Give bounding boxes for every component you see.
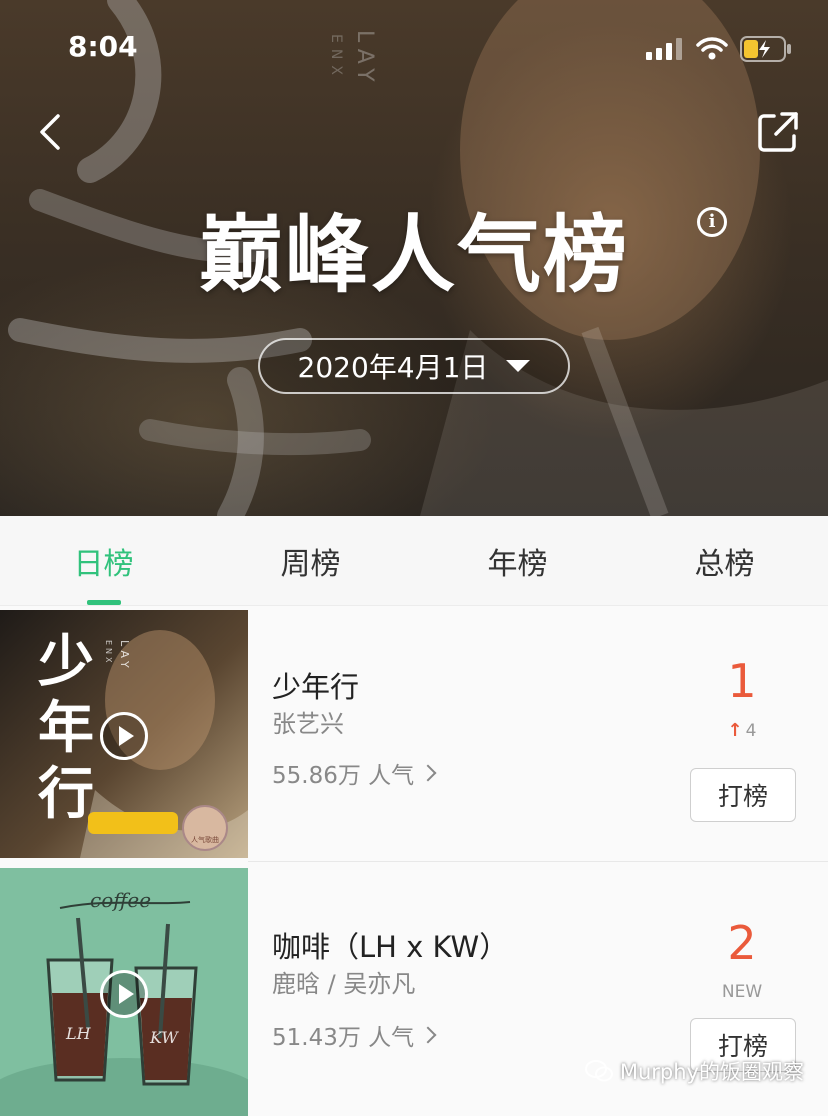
tab-label: 日榜 (73, 546, 134, 582)
cover-title-text: coffee (90, 888, 152, 912)
rank-change: NEW (682, 982, 802, 1002)
tab-daily[interactable]: 日榜 (0, 516, 207, 605)
hero-banner: LAY ENX 8:04 巅峰人气榜 i 2020年4月1日 (0, 0, 828, 516)
tab-label: 周榜 (280, 546, 341, 582)
rank-number: 2 (727, 916, 757, 970)
cover-cup-text: LH (66, 1024, 91, 1043)
back-button[interactable] (30, 110, 74, 154)
song-artist[interactable]: 鹿晗 / 吴亦凡 (272, 964, 415, 999)
tab-total[interactable]: 总榜 (621, 516, 828, 605)
play-icon[interactable] (100, 970, 148, 1018)
song-title[interactable]: 少年行 (272, 664, 359, 706)
rank-change-value: 4 (745, 720, 757, 741)
date-label: 2020年4月1日 (297, 351, 489, 384)
page-title: 巅峰人气榜 (198, 206, 629, 304)
tab-yearly[interactable]: 年榜 (414, 516, 621, 605)
hero-bg-text: LAY (352, 30, 377, 88)
status-icons (646, 36, 792, 62)
arrow-up-icon: ↑ (727, 720, 743, 741)
album-cover[interactable]: coffee LH KW (0, 868, 248, 1116)
cover-cup-text: KW (150, 1028, 178, 1047)
popularity-link[interactable]: 51.43万 人气 (272, 1018, 437, 1052)
info-icon[interactable]: i (697, 207, 727, 237)
caret-down-icon (506, 360, 531, 372)
chevron-right-icon (419, 764, 437, 782)
popularity-link[interactable]: 55.86万 人气 (272, 756, 437, 790)
tab-label: 总榜 (694, 546, 755, 582)
watermark: Murphy的饭圈观察 (584, 1056, 804, 1086)
chevron-left-icon (40, 114, 60, 150)
song-list: 少年行 LAY ENX 人气歌曲 少年行 张艺兴 55.86万 人气 1 ↑ 4… (0, 606, 828, 1116)
signal-icon (646, 38, 682, 60)
status-time: 8:04 (68, 30, 138, 63)
wifi-icon (696, 37, 728, 60)
rank-number: 1 (727, 654, 757, 708)
hero-bg-text-secondary: ENX (328, 34, 344, 81)
share-icon (758, 112, 798, 152)
wechat-icon (584, 1060, 613, 1082)
tab-weekly[interactable]: 周榜 (207, 516, 414, 605)
song-title[interactable]: 咖啡（LH x KW） (272, 924, 508, 966)
song-artist[interactable]: 张艺兴 (272, 704, 344, 739)
share-button[interactable] (756, 110, 800, 154)
vote-button[interactable]: 打榜 (690, 768, 796, 822)
album-cover[interactable]: 少年行 LAY ENX 人气歌曲 (0, 610, 248, 858)
cover-artist-text: LAY (118, 640, 131, 672)
cover-badge-text: 人气歌曲 (191, 836, 219, 844)
chevron-right-icon (419, 1026, 437, 1044)
rank-change-value: NEW (721, 982, 763, 1002)
list-item[interactable]: 少年行 LAY ENX 人气歌曲 少年行 张艺兴 55.86万 人气 1 ↑ 4… (0, 606, 828, 862)
cover-artist-text-secondary: ENX (104, 640, 113, 666)
chart-tabs: 日榜 周榜 年榜 总榜 (0, 516, 828, 606)
play-icon[interactable] (100, 712, 148, 760)
active-tab-indicator (86, 600, 121, 605)
tab-label: 年榜 (487, 546, 548, 582)
battery-charging-icon (740, 36, 791, 62)
popularity-value: 51.43万 人气 (272, 1025, 415, 1051)
rank-change: ↑ 4 (682, 720, 802, 741)
watermark-text: Murphy的饭圈观察 (619, 1060, 804, 1084)
popularity-value: 55.86万 人气 (272, 763, 415, 789)
date-picker[interactable]: 2020年4月1日 (258, 338, 570, 394)
divider (248, 861, 828, 862)
